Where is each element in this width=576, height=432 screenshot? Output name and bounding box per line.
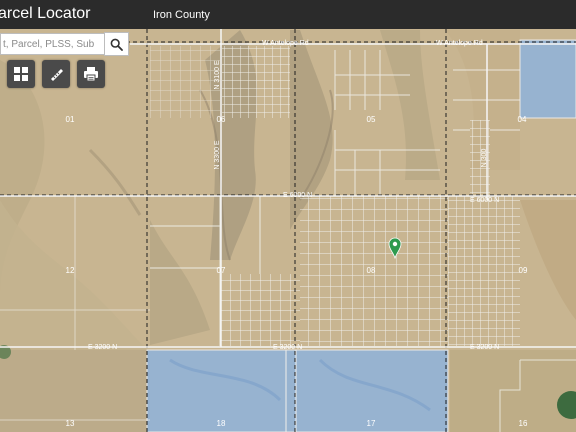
road-label: N 3300 E xyxy=(214,140,221,170)
section-label: 05 xyxy=(367,115,376,124)
grid-icon xyxy=(14,67,28,81)
section-label: 07 xyxy=(217,266,226,275)
county-name: Iron County xyxy=(153,9,210,21)
section-label: 09 xyxy=(519,266,528,275)
road-label: E 6000 N xyxy=(283,192,312,199)
section-label: 08 xyxy=(367,266,376,275)
section-label: 13 xyxy=(66,419,75,428)
search-box xyxy=(0,33,104,55)
measure-button[interactable] xyxy=(42,60,70,88)
road-label: E 6000 N xyxy=(470,197,499,204)
section-label: 17 xyxy=(367,419,376,428)
search-icon xyxy=(110,38,123,51)
road-label: W Antelope Rd xyxy=(436,40,483,47)
ruler-icon xyxy=(51,69,63,81)
search-button[interactable] xyxy=(104,32,129,56)
road-label: N 300 xyxy=(481,149,488,168)
basemap-gallery-button[interactable] xyxy=(7,60,35,88)
section-label: 01 xyxy=(66,115,75,124)
section-label: 12 xyxy=(66,266,75,275)
road-label: E 3200 N xyxy=(273,344,302,351)
road-label: W Antelope Rd xyxy=(262,40,309,47)
section-label: 06 xyxy=(217,115,226,124)
print-button[interactable] xyxy=(77,60,105,88)
app-title: arcel Locator xyxy=(0,5,91,22)
road-label: N 3100 E xyxy=(214,60,221,90)
app-header: arcel Locator Iron County xyxy=(0,0,576,29)
print-icon xyxy=(84,67,98,82)
road-label: E 3200 N xyxy=(470,344,499,351)
section-label: 16 xyxy=(519,419,528,428)
road-label: E 3200 N xyxy=(88,344,117,351)
search-input[interactable] xyxy=(1,34,104,54)
section-label: 04 xyxy=(518,115,527,124)
section-label: 18 xyxy=(217,419,226,428)
